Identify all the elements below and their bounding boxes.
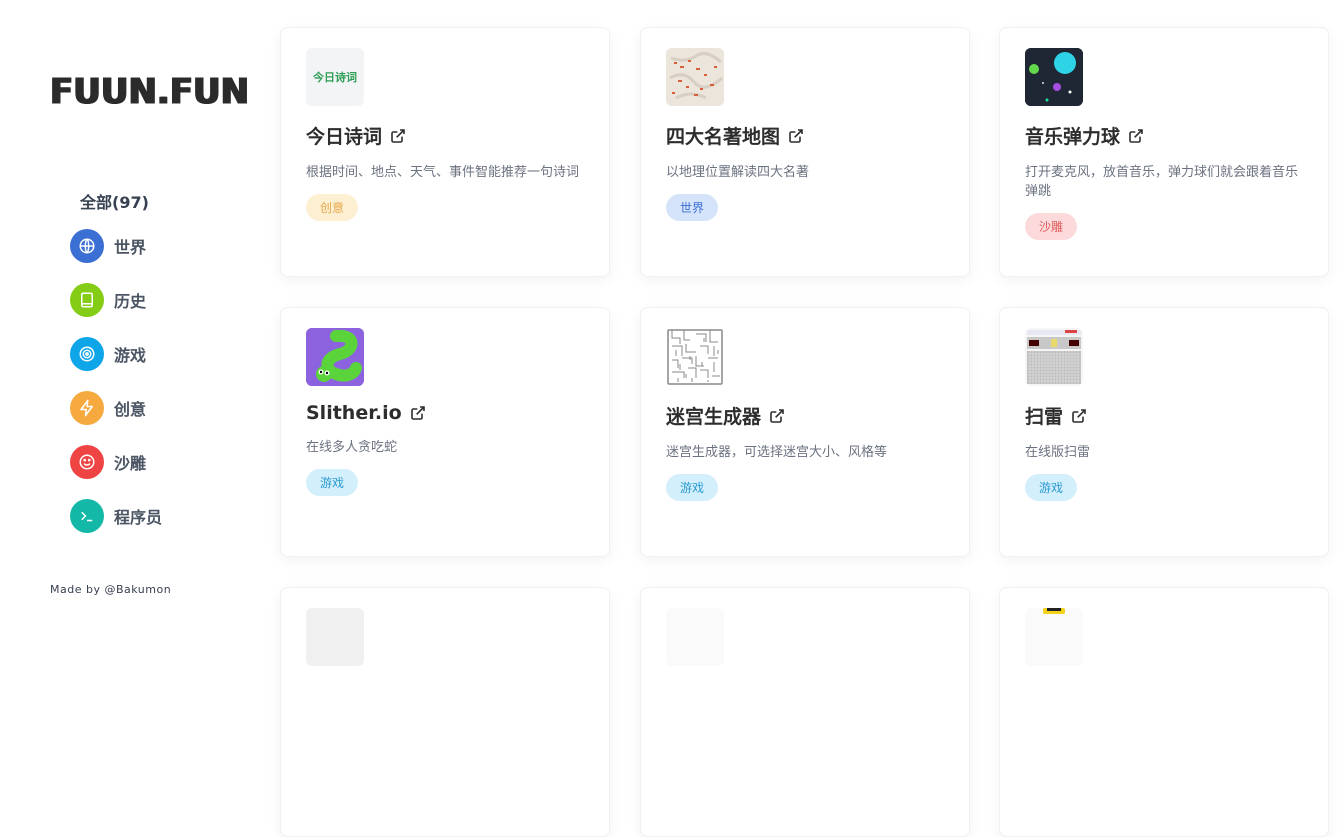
external-link-icon [1129, 128, 1143, 143]
card-partial[interactable] [640, 587, 970, 837]
card-title-text: 扫雷 [1025, 406, 1064, 428]
nav-label: 游戏 [114, 346, 147, 365]
nav-label: 世界 [114, 238, 147, 257]
nav-label: 沙雕 [114, 454, 147, 473]
nav-label: 创意 [114, 400, 147, 419]
nav-item-games[interactable]: 游戏 [70, 337, 162, 371]
card-description: 在线多人贪吃蛇 [306, 440, 398, 455]
partial-thumbnail [306, 608, 364, 666]
external-link-icon [410, 406, 425, 420]
card-title-text: Slither.io [306, 402, 402, 424]
map-thumbnail [666, 48, 724, 106]
card-description: 以地理位置解读四大名著 [666, 165, 810, 180]
card-minesweeper[interactable]: 扫雷 在线版扫雷 游戏 [999, 307, 1329, 557]
terminal-icon [70, 499, 104, 533]
external-link-icon [770, 408, 784, 423]
category-tag[interactable]: 游戏 [306, 469, 359, 496]
globe-icon [70, 229, 104, 263]
book-icon [70, 283, 104, 317]
thumbnail-text: 今日诗词 [313, 71, 357, 84]
external-link-icon [789, 128, 803, 143]
target-icon [70, 337, 104, 371]
card-title: Slither.io [306, 402, 584, 424]
category-tag[interactable]: 世界 [666, 194, 719, 221]
external-link-icon [1072, 408, 1086, 423]
card-title: 四大名著地图 [666, 122, 944, 149]
card-maze-generator[interactable]: 迷宫生成器 迷宫生成器，可选择迷宫大小、风格等 游戏 [640, 307, 970, 557]
card-title: 迷宫生成器 [666, 402, 944, 429]
category-tag[interactable]: 游戏 [666, 474, 719, 501]
card-description: 打开麦克风，放首音乐，弹力球们就会跟着音乐弹跳 [1025, 165, 1299, 199]
card-music-balls[interactable]: 音乐弹力球 打开麦克风，放首音乐，弹力球们就会跟着音乐弹跳 沙雕 [999, 27, 1329, 277]
card-title: 音乐弹力球 [1025, 122, 1303, 149]
card-description: 在线版扫雷 [1025, 445, 1091, 460]
card-partial[interactable] [999, 587, 1329, 837]
bolt-icon [70, 391, 104, 425]
card-title: 扫雷 [1025, 402, 1303, 429]
music-balls-thumbnail [1025, 48, 1083, 106]
nav-list: 世界 历史 游戏 创意 沙雕 程序员 [70, 229, 162, 553]
card-description: 根据时间、地点、天气、事件智能推荐一句诗词 [306, 165, 580, 180]
nav-item-programmer[interactable]: 程序员 [70, 499, 162, 533]
card-title-text: 迷宫生成器 [666, 406, 762, 428]
card-classics-map[interactable]: 四大名著地图 以地理位置解读四大名著 世界 [640, 27, 970, 277]
nav-item-world[interactable]: 世界 [70, 229, 162, 263]
category-tag[interactable]: 沙雕 [1025, 213, 1078, 240]
card-title-text: 音乐弹力球 [1025, 126, 1121, 148]
minesweeper-thumbnail [1025, 328, 1083, 386]
category-tag[interactable]: 创意 [306, 194, 359, 221]
site-logo[interactable]: FUUN.FUN [50, 71, 249, 113]
credit-text: Made by @Bakumon [50, 583, 172, 596]
card-slither[interactable]: Slither.io 在线多人贪吃蛇 游戏 [280, 307, 610, 557]
card-poetry[interactable]: 今日诗词 今日诗词 根据时间、地点、天气、事件智能推荐一句诗词 创意 [280, 27, 610, 277]
card-title: 今日诗词 [306, 122, 584, 149]
nav-label: 历史 [114, 292, 147, 311]
card-title-text: 四大名著地图 [666, 126, 781, 148]
card-title-text: 今日诗词 [306, 126, 383, 148]
category-tag[interactable]: 游戏 [1025, 474, 1078, 501]
partial-thumbnail [1025, 608, 1083, 666]
nav-item-funny[interactable]: 沙雕 [70, 445, 162, 479]
card-description: 迷宫生成器，可选择迷宫大小、风格等 [666, 445, 888, 460]
card-partial[interactable] [280, 587, 610, 837]
partial-thumbnail [666, 608, 724, 666]
nav-item-creative[interactable]: 创意 [70, 391, 162, 425]
nav-item-history[interactable]: 历史 [70, 283, 162, 317]
nav-label: 程序员 [114, 508, 163, 527]
maze-thumbnail [666, 328, 724, 386]
slither-thumbnail [306, 328, 364, 386]
smile-icon [70, 445, 104, 479]
sidebar: FUUN.FUN 全部(97) 世界 历史 游戏 创意 沙雕 程序员 Made … [0, 0, 260, 612]
poetry-thumbnail: 今日诗词 [306, 48, 364, 106]
external-link-icon [391, 128, 405, 143]
nav-item-all[interactable]: 全部(97) [80, 189, 149, 213]
